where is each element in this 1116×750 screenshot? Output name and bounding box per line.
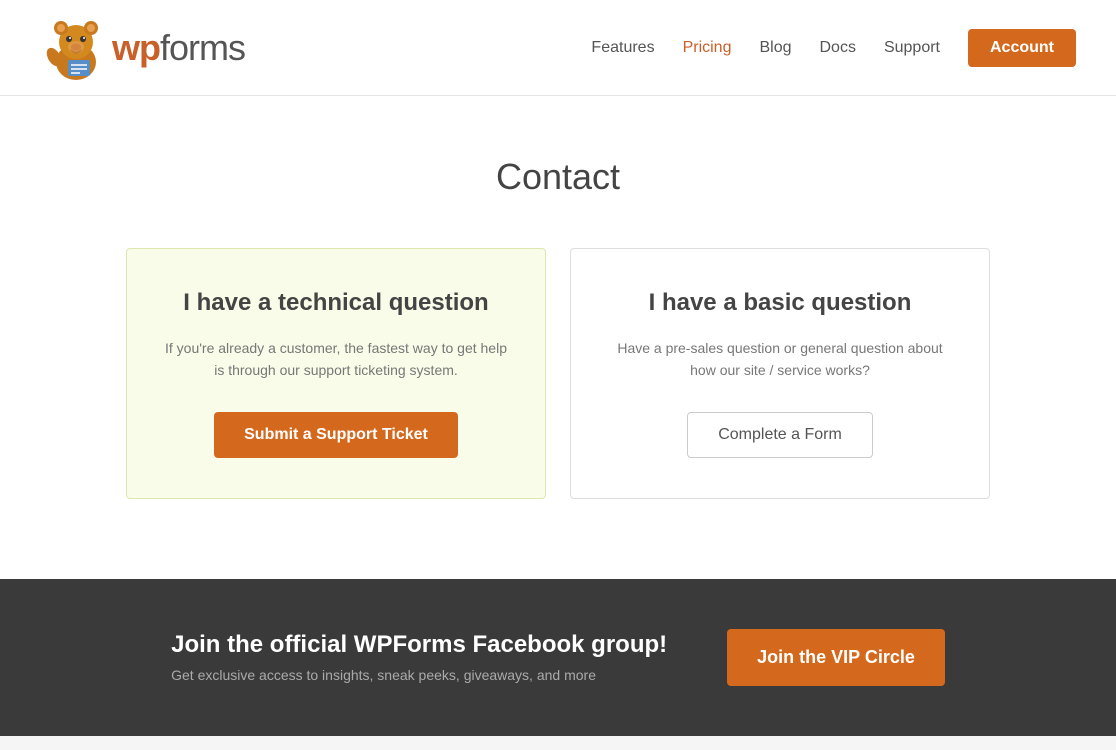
technical-card-description: If you're already a customer, the fastes… <box>163 337 509 382</box>
basic-question-card: I have a basic question Have a pre-sales… <box>570 248 990 499</box>
account-button[interactable]: Account <box>968 29 1076 67</box>
complete-form-button[interactable]: Complete a Form <box>687 412 873 458</box>
technical-question-card: I have a technical question If you're al… <box>126 248 546 499</box>
join-vip-circle-button[interactable]: Join the VIP Circle <box>727 629 945 686</box>
main-nav: Features Pricing Blog Docs Support Accou… <box>591 29 1076 67</box>
basic-card-title: I have a basic question <box>607 289 953 317</box>
nav-docs[interactable]: Docs <box>820 39 856 57</box>
footer-cta-subtext: Get exclusive access to insights, sneak … <box>171 667 667 683</box>
wpforms-bear-icon <box>40 12 112 84</box>
main-content: Contact I have a technical question If y… <box>0 96 1116 579</box>
nav-pricing[interactable]: Pricing <box>683 39 732 57</box>
nav-features[interactable]: Features <box>591 39 654 57</box>
basic-card-description: Have a pre-sales question or general que… <box>607 337 953 382</box>
nav-blog[interactable]: Blog <box>759 39 791 57</box>
technical-card-title: I have a technical question <box>163 289 509 317</box>
logo-text: wpforms <box>112 27 245 69</box>
footer-cta-text-block: Join the official WPForms Facebook group… <box>171 631 667 683</box>
footer-cta-heading: Join the official WPForms Facebook group… <box>171 631 667 659</box>
contact-cards: I have a technical question If you're al… <box>108 248 1008 499</box>
page-title: Contact <box>40 156 1076 198</box>
logo[interactable]: wpforms <box>40 12 245 84</box>
submit-support-ticket-button[interactable]: Submit a Support Ticket <box>214 412 458 458</box>
nav-support[interactable]: Support <box>884 39 940 57</box>
footer-cta-section: Join the official WPForms Facebook group… <box>0 579 1116 736</box>
site-header: wpforms Features Pricing Blog Docs Suppo… <box>0 0 1116 96</box>
